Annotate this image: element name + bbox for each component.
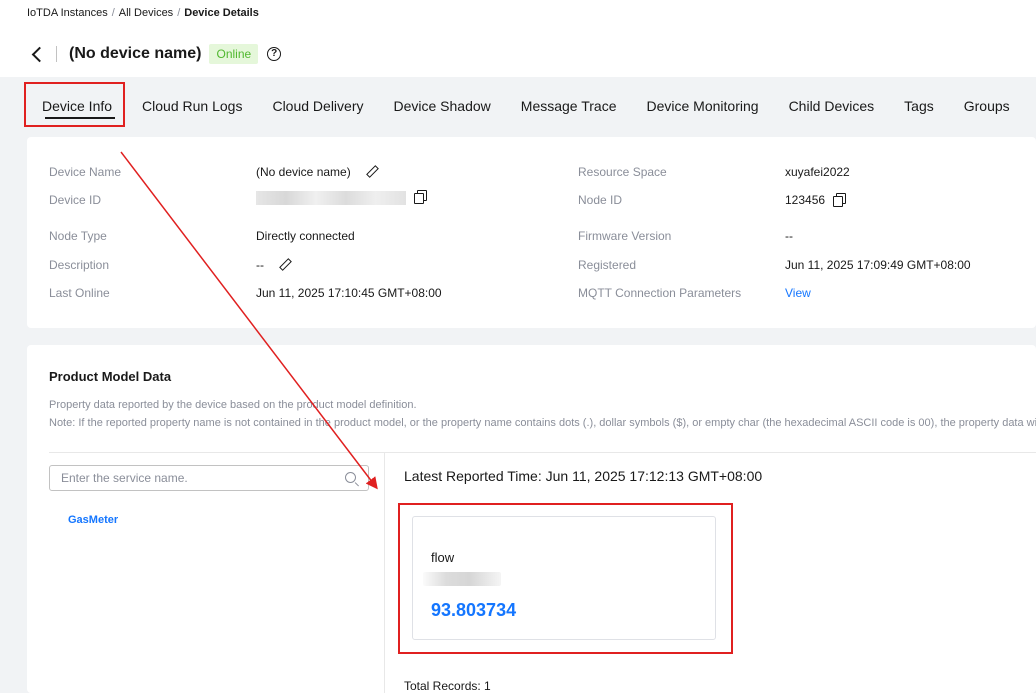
property-card[interactable]: flow 93.803734 [412,516,716,640]
device-name-text: (No device name) [256,165,351,179]
breadcrumb-separator: / [177,7,181,19]
redacted-device-id [256,190,406,205]
question-circle-icon[interactable]: ? [267,47,282,61]
description-label: Description [49,258,110,272]
service-search [49,465,369,491]
product-model-card: Product Model Data Property data reporte… [27,345,1036,693]
tab-child-devices[interactable]: Child Devices [774,77,890,135]
last-online-value: Jun 11, 2025 17:10:45 GMT+08:00 [256,286,442,300]
page-header: (No device name) Online ? [30,42,282,66]
service-panel: GasMeter [49,453,384,693]
tab-cloud-run-logs[interactable]: Cloud Run Logs [127,77,257,135]
breadcrumb-item-instances[interactable]: IoTDA Instances [27,7,108,19]
edit-icon[interactable] [365,165,377,177]
tab-bar: Device Info Cloud Run Logs Cloud Deliver… [27,77,1025,135]
total-records: Total Records: 1 [404,679,491,693]
firmware-version-label: Firmware Version [578,229,672,243]
node-id-label: Node ID [578,193,623,207]
tab-device-info[interactable]: Device Info [27,77,127,135]
copy-icon[interactable] [833,193,847,207]
node-id-text: 123456 [785,193,826,207]
top-bar: IoTDA Instances / All Devices / Device Detai… [0,0,1036,77]
device-id-label: Device ID [49,193,102,207]
device-info-card: Device Name (No device name) Device ID N… [27,137,1036,328]
node-id-value: 123456 [785,193,847,207]
service-item-gasmeter[interactable]: GasMeter [68,514,118,526]
chevron-left-icon[interactable] [30,44,44,64]
property-panel: Latest Reported Time: Jun 11, 2025 17:12… [385,453,1036,693]
status-badge: Online [209,44,259,64]
device-name-value: (No device name) [256,165,377,179]
last-online-label: Last Online [49,286,110,300]
breadcrumb-separator: / [111,7,115,19]
breadcrumb: IoTDA Instances / All Devices / Device Detai… [27,7,259,19]
node-type-value: Directly connected [256,229,355,243]
property-value: 93.803734 [431,600,517,620]
product-model-title: Product Model Data [49,369,172,384]
copy-icon[interactable] [414,190,427,204]
tab-cloud-delivery[interactable]: Cloud Delivery [257,77,378,135]
latest-reported-time: Latest Reported Time: Jun 11, 2025 17:12… [404,468,763,484]
resource-space-label: Resource Space [578,165,667,179]
node-type-label: Node Type [49,229,107,243]
mqtt-view-link[interactable]: View [785,286,811,300]
registered-label: Registered [578,258,637,272]
breadcrumb-current: Device Details [184,7,259,19]
tab-tags[interactable]: Tags [889,77,949,135]
product-model-note: Note: If the reported property name is n… [49,417,1036,429]
product-model-description: Property data reported by the device bas… [49,399,417,411]
header-divider [56,46,57,62]
tab-device-monitoring[interactable]: Device Monitoring [632,77,774,135]
service-search-input[interactable] [50,466,330,490]
device-name-label: Device Name [49,165,122,179]
mqtt-parameters-label: MQTT Connection Parameters [578,286,742,300]
page-title: (No device name) [69,45,202,62]
device-id-value [256,190,427,205]
redacted-property-detail [423,572,501,586]
breadcrumb-item-all-devices[interactable]: All Devices [119,7,173,19]
description-text: -- [256,258,264,272]
search-icon[interactable] [345,472,356,483]
edit-icon[interactable] [278,258,290,270]
firmware-version-value: -- [785,229,793,243]
resource-space-value: xuyafei2022 [785,165,850,179]
registered-value: Jun 11, 2025 17:09:49 GMT+08:00 [785,258,971,272]
tab-groups[interactable]: Groups [949,77,1025,135]
tab-message-trace[interactable]: Message Trace [506,77,632,135]
tab-device-shadow[interactable]: Device Shadow [379,77,506,135]
description-value: -- [256,258,290,272]
property-name: flow [431,550,455,565]
